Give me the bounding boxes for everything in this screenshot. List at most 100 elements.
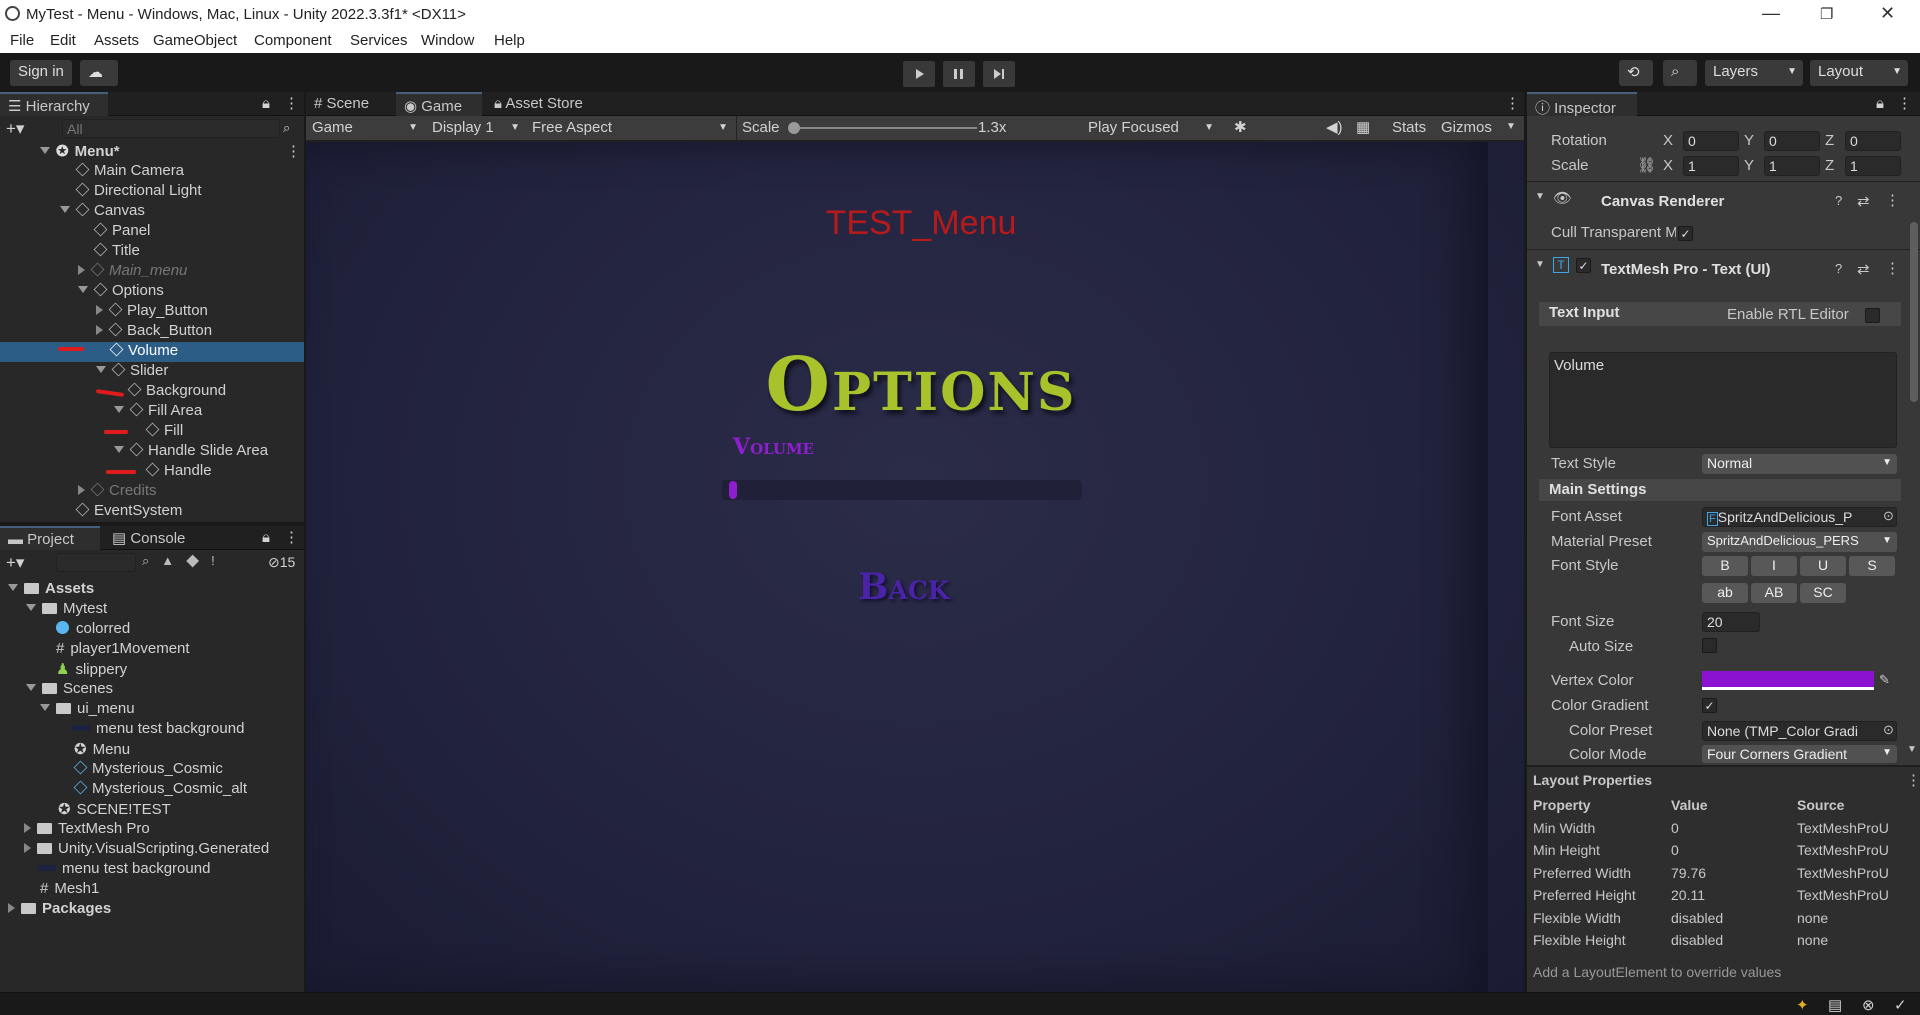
scene-root[interactable]: ✪ Menu* <box>40 142 120 162</box>
uppercase-button[interactable]: AB <box>1751 583 1797 603</box>
list-item[interactable]: Assets <box>8 580 94 600</box>
list-item[interactable]: Credits <box>78 482 157 502</box>
underline-button[interactable]: U <box>1800 556 1846 576</box>
color-preset-field[interactable]: None (TMP_Color Gradi <box>1702 721 1897 741</box>
list-item[interactable]: Background <box>127 382 226 402</box>
canvas-renderer-header[interactable]: Canvas Renderer <box>1601 193 1724 210</box>
color-mode-dropdown[interactable]: Four Corners Gradient ▼ <box>1702 745 1897 763</box>
list-item[interactable]: Directional Light <box>75 182 202 202</box>
component-enabled-checkbox[interactable]: ✓ <box>1576 258 1591 273</box>
lowercase-button[interactable]: ab <box>1702 583 1748 603</box>
add-icon[interactable]: +▾ <box>6 553 24 573</box>
tab-hierarchy[interactable]: ☰ Hierarchy <box>0 92 108 116</box>
list-item[interactable]: # Mesh1 <box>40 880 99 900</box>
lock-icon[interactable]: 🔒︎ <box>1876 95 1884 112</box>
help-icon[interactable]: ? <box>1835 261 1842 276</box>
list-item[interactable]: Panel <box>93 222 150 242</box>
mute-audio-icon[interactable]: ◀) <box>1326 118 1343 136</box>
hierarchy-search-input[interactable]: All <box>62 119 280 138</box>
display-dropdown[interactable]: Display 1 ▼ <box>432 119 524 136</box>
chevron-down-icon[interactable]: ▼ <box>1506 121 1516 132</box>
close-icon[interactable]: ✕ <box>1880 3 1895 24</box>
bold-button[interactable]: B <box>1702 556 1748 576</box>
layers-dropdown[interactable]: Layers ▼ <box>1705 60 1803 86</box>
cloud-icon[interactable]: ☁ <box>80 60 118 86</box>
menu-edit[interactable]: Edit <box>50 32 76 49</box>
scale-x-input[interactable]: 1 <box>1683 156 1739 176</box>
sign-in-button[interactable]: Sign in <box>10 60 72 86</box>
kebab-menu-icon[interactable]: ⋮ <box>1505 94 1520 112</box>
eyedropper-icon[interactable]: ✎ <box>1879 672 1890 688</box>
gizmos-button[interactable]: Gizmos <box>1441 119 1492 136</box>
list-item[interactable]: ✪ Menu <box>74 740 130 760</box>
menu-help[interactable]: Help <box>494 32 525 49</box>
list-item[interactable]: # player1Movement <box>56 640 190 660</box>
list-item[interactable]: Unity.VisualScripting.Generated <box>24 840 269 860</box>
inspector-scrollbar[interactable] <box>1910 222 1918 402</box>
list-item[interactable]: Main_menu <box>78 262 187 282</box>
help-icon[interactable]: ? <box>1835 193 1842 208</box>
hidden-count-badge[interactable]: ⊘15 <box>268 554 295 571</box>
kebab-menu-icon[interactable]: ⋮ <box>1885 191 1900 209</box>
kebab-menu-icon[interactable]: ⋮ <box>1897 94 1912 112</box>
object-picker-icon[interactable]: ⊙ <box>1883 722 1894 738</box>
search-icon[interactable]: ⌕ <box>1663 60 1697 86</box>
menu-gameobject[interactable]: GameObject <box>153 32 237 49</box>
chevron-down-icon[interactable]: ▼ <box>1535 259 1545 270</box>
font-asset-field[interactable]: F SpritzAndDelicious_P <box>1702 507 1897 527</box>
list-item[interactable]: Slider <box>96 362 168 382</box>
add-icon[interactable]: +▾ <box>6 119 24 139</box>
scale-y-input[interactable]: 1 <box>1764 156 1820 176</box>
preset-icon[interactable]: ⇄ <box>1857 260 1870 278</box>
tmp-header[interactable]: TextMesh Pro - Text (UI) <box>1601 261 1770 278</box>
bug-icon[interactable]: ✱ <box>1234 118 1247 136</box>
auto-size-checkbox[interactable] <box>1702 638 1717 653</box>
list-item[interactable]: Canvas <box>60 202 145 222</box>
list-item[interactable]: Mysterious_Cosmic_alt <box>73 780 247 800</box>
list-item[interactable]: ✪ SCENE!TEST <box>58 800 171 820</box>
text-input-area[interactable]: Volume <box>1549 352 1897 448</box>
tab-inspector[interactable]: ⓘ Inspector <box>1527 92 1637 117</box>
pause-button[interactable] <box>943 61 975 87</box>
list-item[interactable]: Back_Button <box>96 322 212 342</box>
list-item[interactable]: ui_menu <box>40 700 135 720</box>
volume-slider[interactable] <box>722 480 1082 500</box>
color-gradient-checkbox[interactable]: ✓ <box>1702 698 1717 713</box>
list-item[interactable]: Fill <box>145 422 183 442</box>
menu-file[interactable]: File <box>10 32 34 49</box>
tab-project[interactable]: ▬ Project <box>0 526 100 550</box>
tab-console[interactable]: ▤ Console <box>104 526 204 550</box>
strikethrough-button[interactable]: S <box>1849 556 1895 576</box>
list-item[interactable]: Packages <box>8 900 111 920</box>
list-item-selected[interactable]: Volume <box>0 342 304 362</box>
check-icon[interactable]: ✓ <box>1894 996 1907 1014</box>
font-size-input[interactable]: 20 <box>1702 612 1760 632</box>
vertex-color-swatch[interactable] <box>1702 671 1874 690</box>
grid-icon[interactable]: ▦ <box>1356 118 1370 136</box>
step-button[interactable] <box>983 61 1015 87</box>
rtl-checkbox[interactable] <box>1865 308 1880 323</box>
cull-checkbox[interactable]: ✓ <box>1678 226 1693 241</box>
mode-dropdown[interactable]: Game ▼ <box>312 119 422 136</box>
scroll-down-icon[interactable]: ▼ <box>1907 744 1917 755</box>
list-item[interactable]: Handle <box>145 462 212 482</box>
play-button[interactable] <box>903 61 935 87</box>
restore-icon[interactable]: ❐ <box>1820 5 1833 23</box>
kebab-menu-icon[interactable]: ⋮ <box>284 94 299 112</box>
list-item[interactable]: menu test background <box>72 720 244 740</box>
kebab-menu-icon[interactable]: ⋮ <box>1885 259 1900 277</box>
rotation-x-input[interactable]: 0 <box>1683 131 1739 151</box>
rotation-z-input[interactable]: 0 <box>1845 131 1901 151</box>
kebab-menu-icon[interactable]: ⋮ <box>284 528 299 546</box>
stats-button[interactable]: Stats <box>1392 119 1426 136</box>
scale-z-input[interactable]: 1 <box>1845 156 1901 176</box>
tab-game[interactable]: ◉ Game <box>396 92 482 116</box>
menu-window[interactable]: Window <box>421 32 474 49</box>
menu-assets[interactable]: Assets <box>94 32 139 49</box>
chevron-down-icon[interactable]: ▼ <box>1535 191 1545 202</box>
network-icon[interactable]: ⊗ <box>1862 996 1875 1014</box>
list-item[interactable]: Play_Button <box>96 302 208 322</box>
layout-dropdown[interactable]: Layout ▼ <box>1810 60 1908 86</box>
kebab-menu-icon[interactable]: ⋮ <box>1906 771 1920 789</box>
project-search-input[interactable] <box>56 553 136 572</box>
